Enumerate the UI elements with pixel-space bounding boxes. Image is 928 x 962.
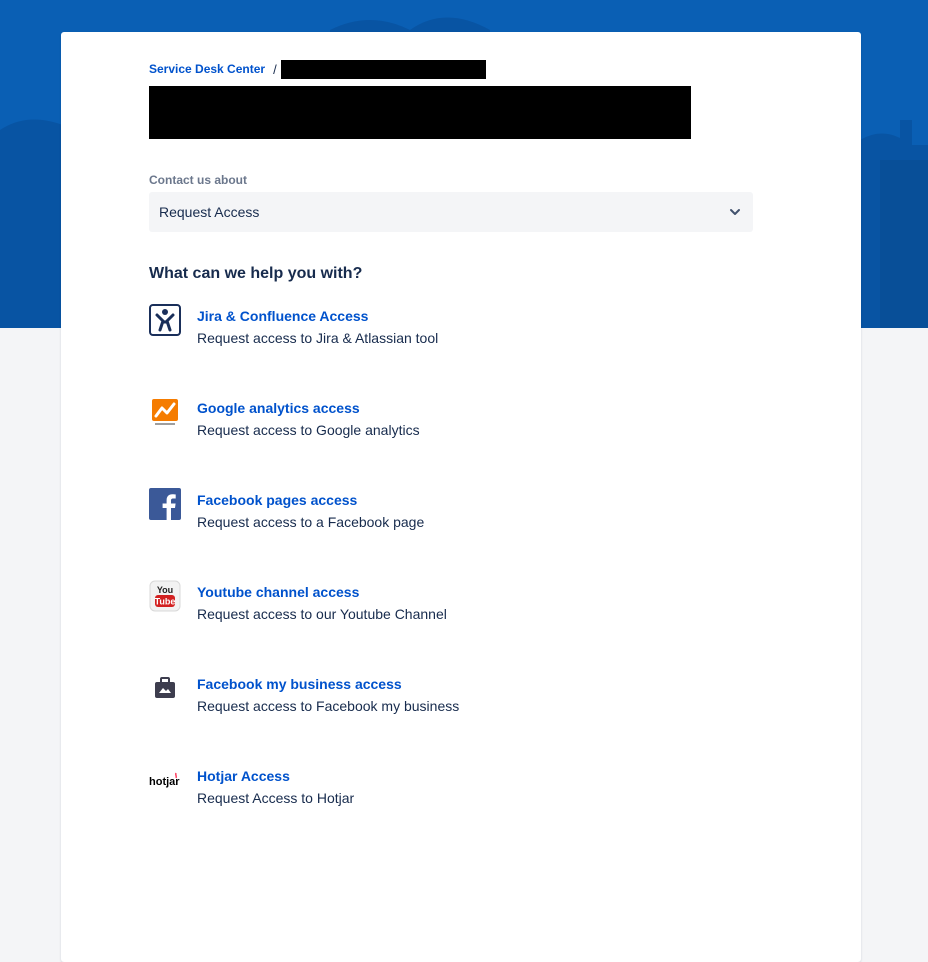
- request-title[interactable]: Hotjar Access: [197, 768, 290, 784]
- contact-label: Contact us about: [149, 173, 247, 187]
- request-description: Request Access to Hotjar: [197, 790, 355, 806]
- briefcase-icon: [155, 677, 175, 698]
- request-title[interactable]: Facebook my business access: [197, 676, 402, 692]
- request-title[interactable]: Youtube channel access: [197, 584, 359, 600]
- youtube-icon: You Tube: [149, 580, 181, 612]
- request-description: Request access to Google analytics: [197, 422, 420, 438]
- request-type-hotjar[interactable]: hotjar Hotjar Access Request Access to H…: [149, 768, 709, 828]
- redacted-page-title: [149, 86, 691, 139]
- svg-text:hotjar: hotjar: [149, 776, 180, 788]
- request-description: Request access to our Youtube Channel: [197, 606, 447, 622]
- redacted-breadcrumb: [280, 59, 486, 79]
- facebook-icon: [149, 488, 181, 520]
- hotjar-icon: hotjar: [149, 772, 180, 788]
- request-type-google-analytics[interactable]: Google analytics access Request access t…: [149, 399, 709, 460]
- request-title[interactable]: Jira & Confluence Access: [197, 308, 368, 324]
- request-type-facebook-pages[interactable]: Facebook pages access Request access to …: [149, 488, 709, 552]
- svg-text:Tube: Tube: [155, 597, 176, 607]
- contact-select[interactable]: Request Access: [149, 192, 753, 232]
- breadcrumb: Service Desk Center /: [149, 59, 486, 79]
- jira-confluence-icon: [149, 304, 181, 336]
- request-type-youtube[interactable]: You Tube Youtube channel access Request …: [149, 580, 709, 644]
- contact-select-value: Request Access: [159, 204, 260, 220]
- request-title[interactable]: Google analytics access: [197, 400, 360, 416]
- request-title[interactable]: Facebook pages access: [197, 492, 357, 508]
- google-analytics-icon: [152, 399, 178, 425]
- breadcrumb-separator: /: [273, 61, 277, 77]
- chevron-down-icon: [730, 209, 740, 215]
- breadcrumb-home-link[interactable]: Service Desk Center: [149, 62, 265, 76]
- request-type-jira-confluence[interactable]: Jira & Confluence Access Request access …: [149, 304, 709, 368]
- svg-text:You: You: [157, 585, 173, 595]
- request-description: Request access to Facebook my business: [197, 698, 460, 714]
- section-heading: What can we help you with?: [149, 265, 363, 282]
- request-description: Request access to a Facebook page: [197, 514, 425, 530]
- request-type-facebook-business[interactable]: Facebook my business access Request acce…: [149, 676, 709, 736]
- request-card: Service Desk Center / Contact us about R…: [61, 32, 861, 962]
- request-description: Request access to Jira & Atlassian tool: [197, 330, 439, 346]
